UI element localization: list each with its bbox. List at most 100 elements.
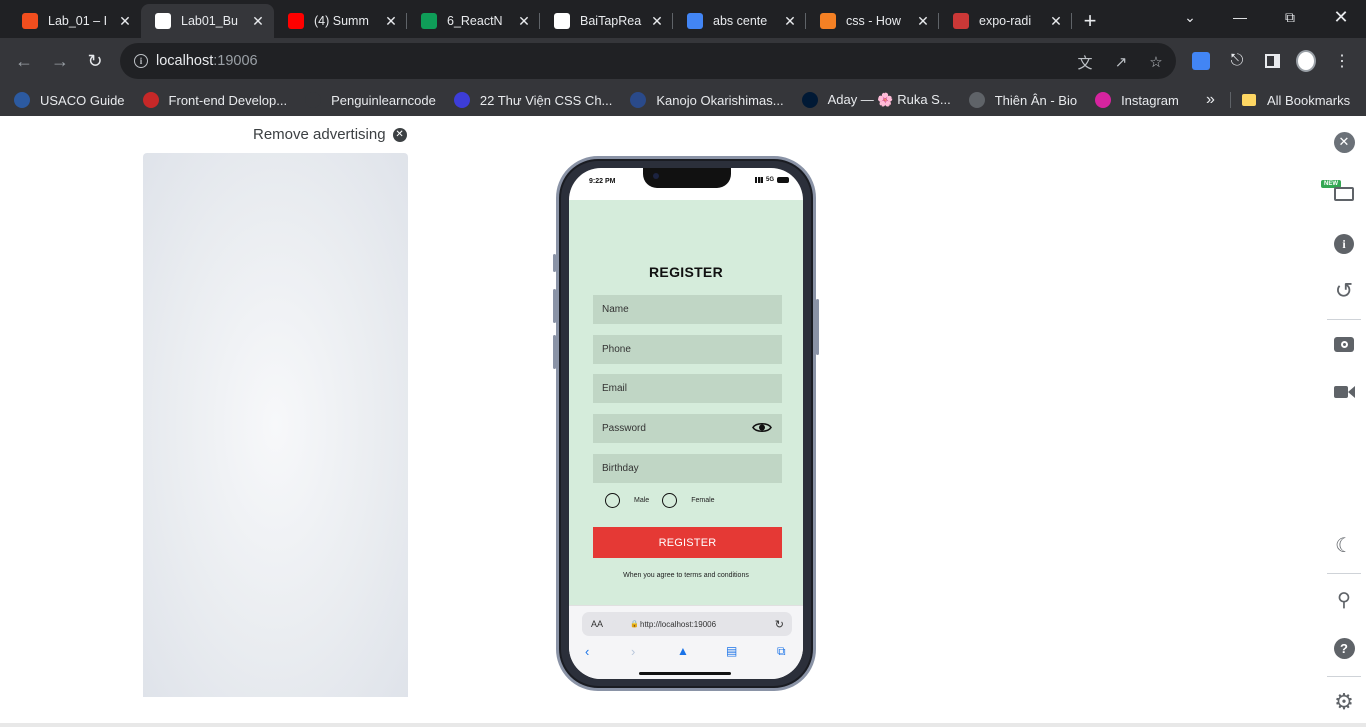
tab-title: abs cente — [713, 14, 768, 28]
bookmark-item[interactable]: 22 Thư Viện CSS Ch... — [453, 92, 612, 108]
video-record-icon[interactable] — [1332, 380, 1356, 404]
browser-tab[interactable]: css - How ✕ — [806, 4, 939, 38]
safari-reload-icon[interactable]: ↻ — [775, 618, 784, 631]
extensions-puzzle-icon[interactable]: ⎋ — [1227, 51, 1247, 71]
gender-radio-group: Male Female — [605, 493, 715, 508]
phone-notch — [643, 168, 731, 188]
phone-frame: 9:22 PM 5G REGISTER Name Phone Email Pas… — [553, 156, 819, 691]
bookmarks-overflow-button[interactable]: » — [1206, 84, 1215, 116]
browser-tab[interactable]: abs cente ✕ — [673, 4, 806, 38]
register-button[interactable]: REGISTER — [593, 527, 782, 558]
tab-close-icon[interactable]: ✕ — [1048, 13, 1064, 30]
tab-title: Lab_01 – I — [48, 14, 108, 28]
settings-gear-icon[interactable]: ⚙ — [1332, 689, 1356, 714]
dark-mode-moon-icon[interactable]: ☾ — [1332, 533, 1356, 557]
camera-screenshot-icon[interactable] — [1332, 332, 1356, 356]
tab-close-icon[interactable]: ✕ — [915, 13, 931, 30]
browser-tab[interactable]: BaiTapRea ✕ — [540, 4, 673, 38]
register-form: REGISTER Name Phone Email Password Birth… — [569, 200, 803, 605]
tab-close-icon[interactable]: ✕ — [516, 13, 532, 30]
bookmark-item[interactable]: Penguinlearncode — [305, 92, 436, 108]
forward-button[interactable]: → — [47, 48, 73, 74]
google-translate-extension-icon[interactable] — [1191, 51, 1211, 71]
bookmark-item[interactable]: Kanojo Okarishimas... — [630, 92, 784, 108]
battery-icon — [777, 177, 789, 183]
npm-icon — [953, 13, 969, 29]
instagram-icon — [1095, 92, 1112, 108]
browser-tab[interactable]: (4) Summ ✕ — [274, 4, 407, 38]
browser-tab[interactable]: expo-radi ✕ — [939, 4, 1072, 38]
bookmark-item[interactable]: Thiên Ân - Bio — [968, 92, 1077, 108]
url-host: localhost — [156, 53, 214, 69]
lock-icon: 🔒 — [630, 621, 639, 628]
tab-close-icon[interactable]: ✕ — [117, 13, 133, 30]
safari-share-icon[interactable]: ▲ — [677, 644, 689, 658]
phone-side-button — [553, 335, 556, 369]
site-info-icon[interactable]: i — [134, 54, 148, 68]
safari-bookmarks-icon[interactable]: ▤ — [726, 644, 737, 658]
folder-icon — [1242, 94, 1256, 106]
eye-icon[interactable] — [752, 421, 772, 434]
profile-avatar[interactable] — [1296, 50, 1316, 72]
signal-icon — [754, 177, 763, 183]
new-tab-button[interactable]: + — [1072, 4, 1108, 38]
side-panel-icon[interactable] — [1262, 51, 1282, 71]
browser-tab[interactable]: Lab01_Bu ✕ — [141, 4, 274, 38]
browser-tab[interactable]: Lab_01 – I ✕ — [8, 4, 141, 38]
safari-aa-button[interactable]: AA — [591, 619, 603, 629]
info-icon[interactable]: i — [1332, 232, 1356, 256]
male-label: Male — [634, 497, 650, 504]
safari-forward-icon[interactable]: › — [631, 644, 635, 659]
phone-input[interactable]: Phone — [593, 335, 782, 364]
camera-icon — [653, 173, 659, 179]
tab-close-icon[interactable]: ✕ — [383, 13, 399, 30]
globe-icon — [968, 92, 985, 108]
email-input[interactable]: Email — [593, 374, 782, 403]
password-placeholder: Password — [602, 423, 646, 434]
reload-button[interactable]: ↻ — [82, 48, 108, 74]
back-button[interactable]: ← — [11, 48, 37, 74]
safari-tabs-icon[interactable]: ⧉ — [777, 644, 786, 659]
safari-back-icon[interactable]: ‹ — [585, 644, 589, 659]
phone-side-button — [553, 254, 556, 272]
female-radio[interactable] — [662, 493, 678, 508]
bookmark-item[interactable]: Instagram — [1095, 92, 1179, 108]
github-icon — [554, 13, 570, 29]
male-radio[interactable] — [605, 493, 620, 508]
rotate-icon[interactable]: ↺ — [1332, 278, 1356, 303]
bookmark-label: Penguinlearncode — [331, 92, 436, 108]
youtube-icon — [288, 13, 304, 29]
share-icon[interactable]: ↗ — [1111, 52, 1131, 72]
address-bar[interactable]: i localhost:19006 文 ↗ ☆ — [120, 43, 1176, 79]
url-port: :19006 — [213, 53, 258, 69]
safari-address-bar[interactable]: AA 🔒 http://localhost:19006 ↻ — [582, 612, 792, 636]
device-toggle-icon[interactable] — [1332, 182, 1356, 206]
tab-close-icon[interactable]: ✕ — [649, 13, 665, 30]
tab-close-icon[interactable]: ✕ — [250, 13, 266, 30]
restore-button[interactable]: ⧉ — [1265, 0, 1315, 34]
share-nodes-icon[interactable]: ⚲ — [1332, 588, 1356, 612]
side-divider — [1327, 573, 1361, 574]
bookmark-star-icon[interactable]: ☆ — [1146, 52, 1166, 72]
help-icon[interactable]: ? — [1332, 636, 1356, 660]
tab-close-icon[interactable]: ✕ — [782, 13, 798, 30]
tab-title: css - How — [846, 14, 901, 28]
bookmark-item[interactable]: Front-end Develop... — [142, 92, 287, 108]
close-window-button[interactable]: ✕ — [1316, 0, 1366, 34]
translate-icon[interactable]: 文 — [1075, 52, 1095, 72]
password-field[interactable]: Password — [593, 414, 782, 443]
browser-toolbar: ← → ↻ i localhost:19006 文 ↗ ☆ ⎋ ⋮ — [0, 38, 1366, 84]
bookmark-item[interactable]: USACO Guide — [14, 92, 125, 108]
figma-icon — [22, 13, 38, 29]
browser-tab[interactable]: 6_ReactN ✕ — [407, 4, 540, 38]
all-bookmarks-button[interactable]: All Bookmarks — [1242, 84, 1350, 116]
close-panel-icon[interactable]: ✕ — [1332, 130, 1356, 154]
all-bookmarks-label: All Bookmarks — [1267, 92, 1351, 108]
remove-advertising-link[interactable]: Remove advertising ✕ — [253, 126, 407, 143]
birthday-input[interactable]: Birthday — [593, 454, 782, 483]
browser-menu-icon[interactable]: ⋮ — [1332, 51, 1352, 71]
bookmark-item[interactable]: Aday — 🌸 Ruka S... — [801, 92, 951, 108]
tab-search-chevron-icon[interactable]: ⌄ — [1165, 0, 1215, 34]
name-input[interactable]: Name — [593, 295, 782, 324]
minimize-button[interactable]: — — [1215, 0, 1265, 34]
